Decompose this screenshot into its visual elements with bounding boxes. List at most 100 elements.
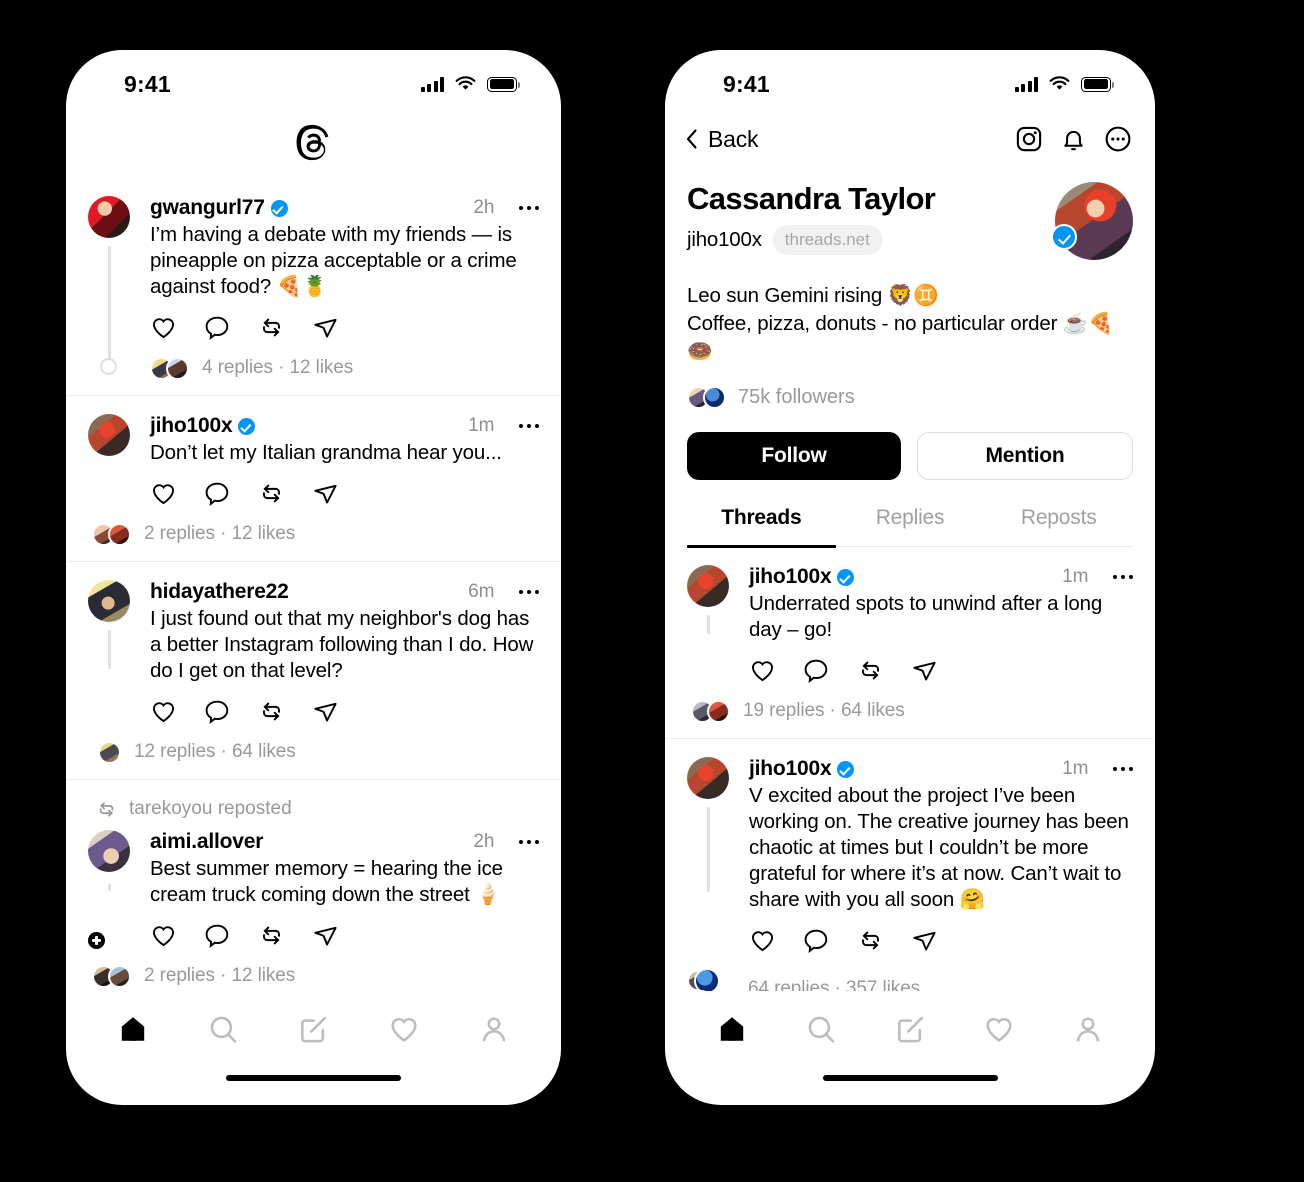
nav-icon-group bbox=[1014, 124, 1133, 154]
post-more-options-icon[interactable] bbox=[1112, 766, 1133, 772]
back-button[interactable]: Back bbox=[685, 126, 759, 153]
post-username[interactable]: hidayathere22 bbox=[150, 580, 289, 604]
comment-icon[interactable] bbox=[204, 922, 231, 949]
wifi-icon bbox=[1049, 76, 1070, 90]
feed-post[interactable]: gwangurl77 2h I’m having a debate with m… bbox=[66, 178, 561, 396]
profile-avatar-wrap[interactable] bbox=[1051, 182, 1133, 260]
share-icon[interactable] bbox=[911, 927, 938, 954]
follow-button[interactable]: Follow bbox=[687, 432, 901, 480]
replies-facepile[interactable] bbox=[92, 963, 131, 989]
avatar[interactable] bbox=[88, 830, 130, 872]
sidebar-item-compose[interactable] bbox=[883, 1008, 937, 1050]
share-icon[interactable] bbox=[312, 698, 339, 725]
replies-facepile[interactable] bbox=[92, 521, 131, 547]
repost-icon[interactable] bbox=[258, 698, 285, 725]
more-circle-icon[interactable] bbox=[1103, 124, 1133, 154]
post-more-options-icon[interactable] bbox=[1112, 574, 1133, 580]
heart-icon[interactable] bbox=[150, 922, 177, 949]
home-icon bbox=[720, 1017, 743, 1041]
sidebar-item-profile[interactable] bbox=[1061, 1008, 1115, 1050]
heart-icon[interactable] bbox=[150, 698, 177, 725]
verified-badge-icon bbox=[238, 417, 256, 435]
post-more-options-icon[interactable] bbox=[518, 839, 539, 845]
sidebar-item-home[interactable] bbox=[106, 1008, 160, 1050]
post-meta: 64 replies · 357 likes bbox=[687, 968, 1133, 991]
post-meta-text[interactable]: 19 replies · 64 likes bbox=[743, 700, 905, 722]
replies-facepile[interactable] bbox=[691, 698, 730, 724]
thread-connector-line bbox=[108, 630, 111, 669]
post-text: V excited about the project I’ve been wo… bbox=[749, 784, 1129, 911]
tab-reposts[interactable]: Reposts bbox=[984, 506, 1133, 546]
sidebar-item-profile[interactable] bbox=[467, 1008, 521, 1050]
feed-post[interactable]: jiho100x 1m Don’t let my Italian grandma… bbox=[66, 396, 561, 562]
replies-facepile[interactable] bbox=[687, 968, 735, 991]
heart-icon[interactable] bbox=[150, 314, 177, 341]
post-header: jiho100x 1m bbox=[749, 757, 1133, 781]
avatar[interactable] bbox=[88, 196, 130, 238]
avatar[interactable] bbox=[88, 580, 130, 622]
post-username[interactable]: jiho100x bbox=[150, 414, 233, 438]
comment-icon[interactable] bbox=[204, 480, 231, 507]
share-icon[interactable] bbox=[312, 314, 339, 341]
avatar[interactable] bbox=[88, 414, 130, 456]
replies-facepile[interactable] bbox=[98, 739, 121, 765]
heart-icon[interactable] bbox=[749, 927, 776, 954]
verified-badge-icon bbox=[1051, 224, 1077, 250]
repost-icon[interactable] bbox=[258, 314, 285, 341]
repost-icon[interactable] bbox=[258, 922, 285, 949]
repost-icon[interactable] bbox=[857, 927, 884, 954]
post-username[interactable]: jiho100x bbox=[749, 757, 832, 781]
status-time: 9:41 bbox=[124, 70, 171, 97]
comment-icon[interactable] bbox=[803, 927, 830, 954]
instagram-icon[interactable] bbox=[1014, 124, 1044, 154]
profile-post[interactable]: jiho100x 1m V excited about the project … bbox=[665, 739, 1155, 991]
comment-icon[interactable] bbox=[204, 698, 231, 725]
tab-threads[interactable]: Threads bbox=[687, 506, 836, 548]
sidebar-item-home[interactable] bbox=[705, 1008, 759, 1050]
profile-nav-bar: Back bbox=[665, 108, 1155, 170]
add-follow-badge-icon[interactable] bbox=[86, 930, 107, 951]
replies-facepile[interactable] bbox=[150, 355, 189, 381]
post-meta: 2 replies · 12 likes bbox=[92, 963, 539, 989]
post-meta-text[interactable]: 2 replies · 12 likes bbox=[144, 523, 295, 545]
post-username[interactable]: jiho100x bbox=[749, 565, 832, 589]
avatar[interactable] bbox=[687, 565, 729, 607]
sidebar-item-search[interactable] bbox=[196, 1008, 250, 1050]
sidebar-item-activity[interactable] bbox=[377, 1008, 431, 1050]
share-icon[interactable] bbox=[312, 480, 339, 507]
status-bar-right: 9:41 bbox=[665, 50, 1155, 108]
share-icon[interactable] bbox=[911, 657, 938, 684]
thread-end-dot bbox=[100, 358, 117, 375]
heart-icon[interactable] bbox=[150, 480, 177, 507]
post-header: jiho100x 1m bbox=[150, 414, 539, 438]
post-meta-text[interactable]: 64 replies · 357 likes bbox=[748, 978, 920, 991]
repost-icon[interactable] bbox=[258, 480, 285, 507]
heart-icon[interactable] bbox=[749, 657, 776, 684]
bell-icon[interactable] bbox=[1059, 124, 1088, 154]
post-username[interactable]: gwangurl77 bbox=[150, 196, 265, 220]
sidebar-item-activity[interactable] bbox=[972, 1008, 1026, 1050]
post-meta-text[interactable]: 2 replies · 12 likes bbox=[144, 965, 295, 987]
person-icon bbox=[482, 1017, 505, 1042]
post-username[interactable]: aimi.allover bbox=[150, 830, 263, 854]
feed-post[interactable]: hidayathere22 6m I just found out that m… bbox=[66, 562, 561, 780]
mention-button[interactable]: Mention bbox=[917, 432, 1133, 480]
tab-replies[interactable]: Replies bbox=[836, 506, 985, 546]
avatar[interactable] bbox=[687, 757, 729, 799]
post-text: I’m having a debate with my friends — is… bbox=[150, 223, 517, 298]
feed-post-repost[interactable]: tarekoyou reposted aimi.allover 2h Best … bbox=[66, 780, 561, 991]
post-meta-text[interactable]: 4 replies · 12 likes bbox=[202, 357, 353, 379]
repost-icon[interactable] bbox=[857, 657, 884, 684]
post-more-options-icon[interactable] bbox=[518, 589, 539, 595]
post-more-options-icon[interactable] bbox=[518, 423, 539, 429]
profile-post[interactable]: jiho100x 1m Underrated spots to unwind a… bbox=[665, 547, 1155, 739]
comment-icon[interactable] bbox=[803, 657, 830, 684]
share-icon[interactable] bbox=[312, 922, 339, 949]
followers-row[interactable]: 75k followers bbox=[687, 384, 1133, 410]
comment-icon[interactable] bbox=[204, 314, 231, 341]
sidebar-item-search[interactable] bbox=[794, 1008, 848, 1050]
sidebar-item-compose[interactable] bbox=[286, 1008, 340, 1050]
post-more-options-icon[interactable] bbox=[518, 205, 539, 211]
post-meta-text[interactable]: 12 replies · 64 likes bbox=[134, 741, 296, 763]
post-actions bbox=[150, 480, 539, 507]
